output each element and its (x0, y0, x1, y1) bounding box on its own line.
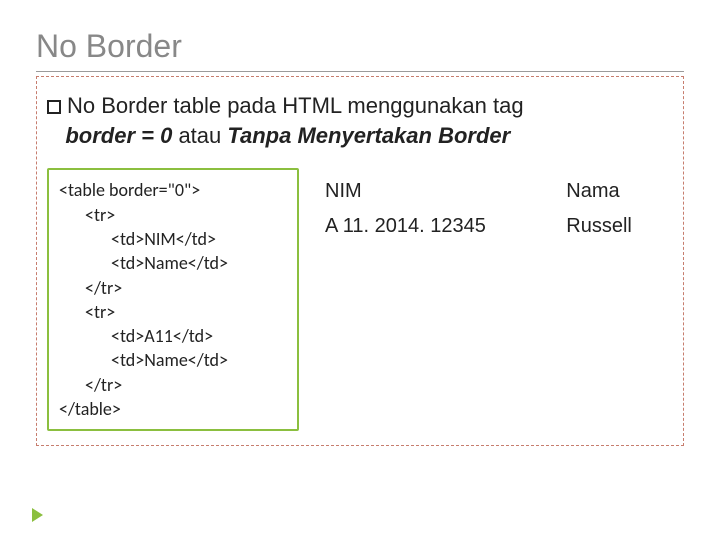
bullet-part1: No Border table pada HTML menggunakan ta… (67, 93, 524, 118)
title-row: No Border (36, 28, 684, 72)
bullet-mid: atau (172, 123, 227, 148)
code-line: </table> (59, 397, 287, 421)
code-line: <table border="0"> (59, 178, 287, 202)
square-bullet-icon (47, 100, 61, 114)
play-icon (32, 508, 43, 522)
slide-title: No Border (36, 28, 684, 65)
code-line: <td>NIM</td> (59, 227, 287, 251)
code-line: <tr> (59, 300, 287, 324)
cell-nim-value: A 11. 2014. 12345 (325, 209, 566, 244)
bullet-strong2: Tanpa Menyertakan Border (227, 123, 510, 148)
content-box: No Border table pada HTML menggunakan ta… (36, 76, 684, 446)
code-line: <td>Name</td> (59, 348, 287, 372)
code-snippet: <table border="0"> <tr> <td>NIM</td> <td… (47, 168, 299, 431)
cell-nim-header: NIM (325, 174, 566, 209)
cell-nama-value: Russell (566, 209, 673, 244)
table-row: A 11. 2014. 12345 Russell (325, 209, 673, 244)
code-line: </tr> (59, 276, 287, 300)
table-row: NIM Nama (325, 174, 673, 209)
code-line: <tr> (59, 203, 287, 227)
bullet-text: No Border table pada HTML menggunakan ta… (47, 91, 673, 150)
code-line: </tr> (59, 373, 287, 397)
code-line: <td>A11</td> (59, 324, 287, 348)
output-table: NIM Nama A 11. 2014. 12345 Russell (325, 168, 673, 244)
code-line: <td>Name</td> (59, 251, 287, 275)
bullet-strong1: border = 0 (65, 123, 172, 148)
cell-nama-header: Nama (566, 174, 673, 209)
